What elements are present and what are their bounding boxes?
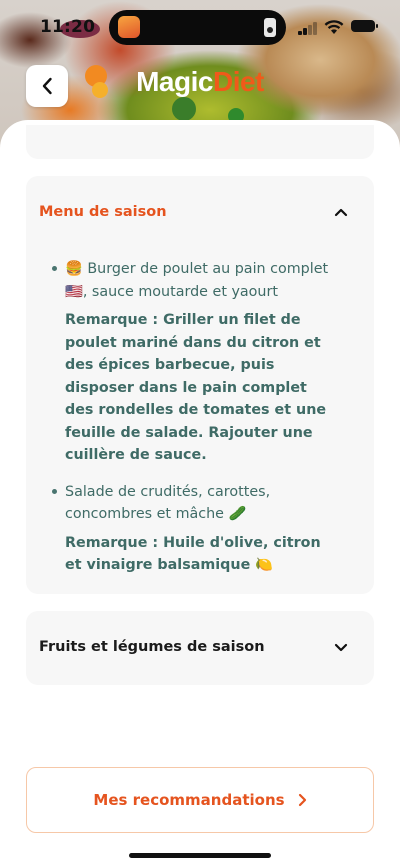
item-note-text: Remarque : Huile d'olive, citron et vina… xyxy=(65,534,321,574)
home-indicator[interactable] xyxy=(129,853,271,858)
recommendations-button[interactable]: Mes recommandations xyxy=(26,767,374,833)
bullet xyxy=(52,266,57,271)
previous-card xyxy=(26,125,374,159)
item-note: Remarque : Huile d'olive, citron et vina… xyxy=(65,532,332,577)
item-note: Remarque : Griller un filet de poulet ma… xyxy=(65,312,327,463)
accordion-fruits-legumes[interactable]: Fruits et légumes de saison xyxy=(26,611,374,685)
menu-list: 🍔 Burger de poulet au pain complet 🇺🇸, s… xyxy=(52,258,332,577)
status-time: 11:20 xyxy=(40,17,96,37)
recording-icon xyxy=(264,18,276,37)
list-item: 🍔 Burger de poulet au pain complet 🇺🇸, s… xyxy=(52,258,332,467)
wifi-icon xyxy=(324,20,344,34)
lemon-emoji: 🍋 xyxy=(255,557,274,573)
recommendations-label: Mes recommandations xyxy=(93,791,285,809)
battery-icon xyxy=(351,20,378,32)
chevron-up-icon[interactable] xyxy=(334,207,348,217)
chevron-down-icon[interactable] xyxy=(334,642,348,652)
food-pea xyxy=(172,97,196,121)
chevron-right-icon xyxy=(298,793,306,807)
item-text: 🍔 Burger de poulet au pain complet 🇺🇸, s… xyxy=(65,258,332,303)
app-logo: MagicDiet xyxy=(0,66,400,98)
dynamic-island xyxy=(109,10,286,45)
accordion-menu-de-saison: Menu de saison 🍔 Burger de poulet au pai… xyxy=(26,176,374,594)
bullet xyxy=(52,488,57,494)
app-activity-icon xyxy=(118,16,140,38)
burger-emoji: 🍔 xyxy=(65,261,83,277)
status-bar: 11:20 xyxy=(0,0,400,54)
accordion-title[interactable]: Fruits et légumes de saison xyxy=(39,639,265,655)
item-text-part2: , sauce moutarde et yaourt xyxy=(82,283,278,300)
cellular-signal-icon xyxy=(298,22,318,35)
list-item: Salade de crudités, carottes, concombres… xyxy=(52,481,332,577)
logo-magic: Magic xyxy=(136,66,213,97)
item-text: Salade de crudités, carottes, concombres… xyxy=(65,481,332,526)
item-text-part1: Burger de poulet au pain complet xyxy=(87,261,329,277)
cucumber-emoji: 🥒 xyxy=(228,506,247,522)
us-flag-emoji: 🇺🇸 xyxy=(65,283,83,300)
accordion-title[interactable]: Menu de saison xyxy=(39,204,167,220)
logo-diet: Diet xyxy=(212,66,264,97)
